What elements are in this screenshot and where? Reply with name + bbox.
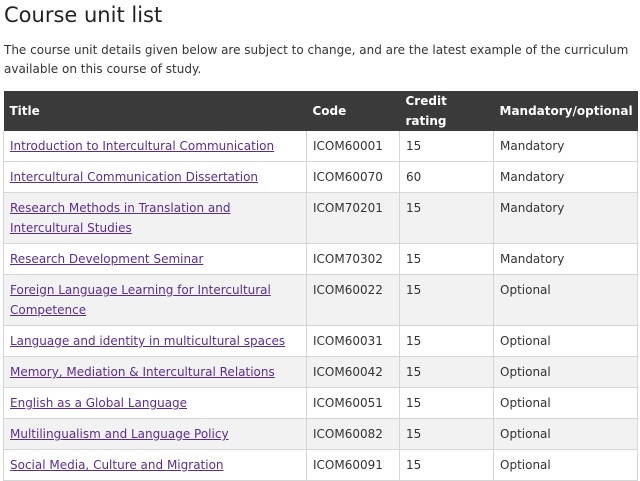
header-title: Title bbox=[3, 91, 307, 131]
unit-credit: 15 bbox=[399, 274, 494, 326]
unit-credit: 60 bbox=[399, 161, 494, 193]
unit-title-cell: Memory, Mediation & Intercultural Relati… bbox=[3, 356, 307, 388]
unit-title-cell: Research Methods in Translation and Inte… bbox=[3, 192, 307, 244]
unit-code: ICOM60091 bbox=[306, 449, 400, 481]
unit-status: Mandatory bbox=[493, 243, 638, 275]
unit-code: ICOM60001 bbox=[306, 131, 400, 162]
unit-title-cell: Intercultural Communication Dissertation bbox=[3, 161, 307, 193]
unit-credit: 15 bbox=[399, 356, 494, 388]
unit-status: Mandatory bbox=[493, 192, 638, 244]
unit-title-link[interactable]: Research Methods in Translation and Inte… bbox=[10, 201, 230, 235]
header-mandatory-optional: Mandatory/optional bbox=[493, 91, 638, 131]
unit-title-link[interactable]: Memory, Mediation & Intercultural Relati… bbox=[10, 365, 275, 379]
unit-credit: 15 bbox=[399, 131, 494, 162]
unit-code: ICOM60082 bbox=[306, 418, 400, 450]
unit-code: ICOM60042 bbox=[306, 356, 400, 388]
unit-title-link[interactable]: Foreign Language Learning for Intercultu… bbox=[10, 283, 271, 317]
page-title: Course unit list bbox=[4, 3, 163, 27]
unit-title-link[interactable]: English as a Global Language bbox=[10, 396, 187, 410]
unit-title-link[interactable]: Social Media, Culture and Migration bbox=[10, 458, 224, 472]
table-row: Multilingualism and Language Policy ICOM… bbox=[3, 418, 638, 450]
unit-credit: 15 bbox=[399, 387, 494, 419]
header-credit-rating: Credit rating bbox=[399, 91, 494, 131]
unit-title-cell: English as a Global Language bbox=[3, 387, 307, 419]
unit-status: Optional bbox=[493, 356, 638, 388]
unit-code: ICOM60022 bbox=[306, 274, 400, 326]
course-unit-table: Title Code Credit rating Mandatory/optio… bbox=[3, 91, 638, 481]
unit-title-cell: Social Media, Culture and Migration bbox=[3, 449, 307, 481]
table-row: Research Methods in Translation and Inte… bbox=[3, 192, 638, 244]
unit-title-link[interactable]: Multilingualism and Language Policy bbox=[10, 427, 229, 441]
unit-code: ICOM60070 bbox=[306, 161, 400, 193]
unit-title-cell: Foreign Language Learning for Intercultu… bbox=[3, 274, 307, 326]
unit-credit: 15 bbox=[399, 325, 494, 357]
unit-title-link[interactable]: Research Development Seminar bbox=[10, 252, 203, 266]
unit-code: ICOM70201 bbox=[306, 192, 400, 244]
course-unit-page: Course unit list The course unit details… bbox=[0, 0, 640, 481]
unit-title-cell: Introduction to Intercultural Communicat… bbox=[3, 131, 307, 162]
unit-code: ICOM60031 bbox=[306, 325, 400, 357]
table-row: Research Development Seminar ICOM70302 1… bbox=[3, 243, 638, 275]
table-row: Foreign Language Learning for Intercultu… bbox=[3, 274, 638, 326]
header-code: Code bbox=[306, 91, 400, 131]
table-row: Memory, Mediation & Intercultural Relati… bbox=[3, 356, 638, 388]
unit-status: Mandatory bbox=[493, 131, 638, 162]
table-row: Introduction to Intercultural Communicat… bbox=[3, 131, 638, 162]
unit-title-link[interactable]: Language and identity in multicultural s… bbox=[10, 334, 285, 348]
intro-text: The course unit details given below are … bbox=[4, 43, 629, 76]
unit-credit: 15 bbox=[399, 418, 494, 450]
table-row: Language and identity in multicultural s… bbox=[3, 325, 638, 357]
unit-title-link[interactable]: Intercultural Communication Dissertation bbox=[10, 170, 258, 184]
unit-code: ICOM60051 bbox=[306, 387, 400, 419]
unit-title-cell: Multilingualism and Language Policy bbox=[3, 418, 307, 450]
unit-title-link[interactable]: Introduction to Intercultural Communicat… bbox=[10, 139, 274, 153]
unit-status: Optional bbox=[493, 449, 638, 481]
unit-title-cell: Language and identity in multicultural s… bbox=[3, 325, 307, 357]
table-row: Social Media, Culture and Migration ICOM… bbox=[3, 449, 638, 481]
unit-status: Optional bbox=[493, 325, 638, 357]
unit-credit: 15 bbox=[399, 192, 494, 244]
table-row: Intercultural Communication Dissertation… bbox=[3, 161, 638, 193]
unit-status: Optional bbox=[493, 387, 638, 419]
unit-credit: 15 bbox=[399, 243, 494, 275]
table-row: English as a Global Language ICOM60051 1… bbox=[3, 387, 638, 419]
unit-status: Optional bbox=[493, 418, 638, 450]
unit-status: Optional bbox=[493, 274, 638, 326]
table-header-row: Title Code Credit rating Mandatory/optio… bbox=[3, 91, 638, 131]
unit-credit: 15 bbox=[399, 449, 494, 481]
unit-code: ICOM70302 bbox=[306, 243, 400, 275]
unit-status: Mandatory bbox=[493, 161, 638, 193]
unit-title-cell: Research Development Seminar bbox=[3, 243, 307, 275]
